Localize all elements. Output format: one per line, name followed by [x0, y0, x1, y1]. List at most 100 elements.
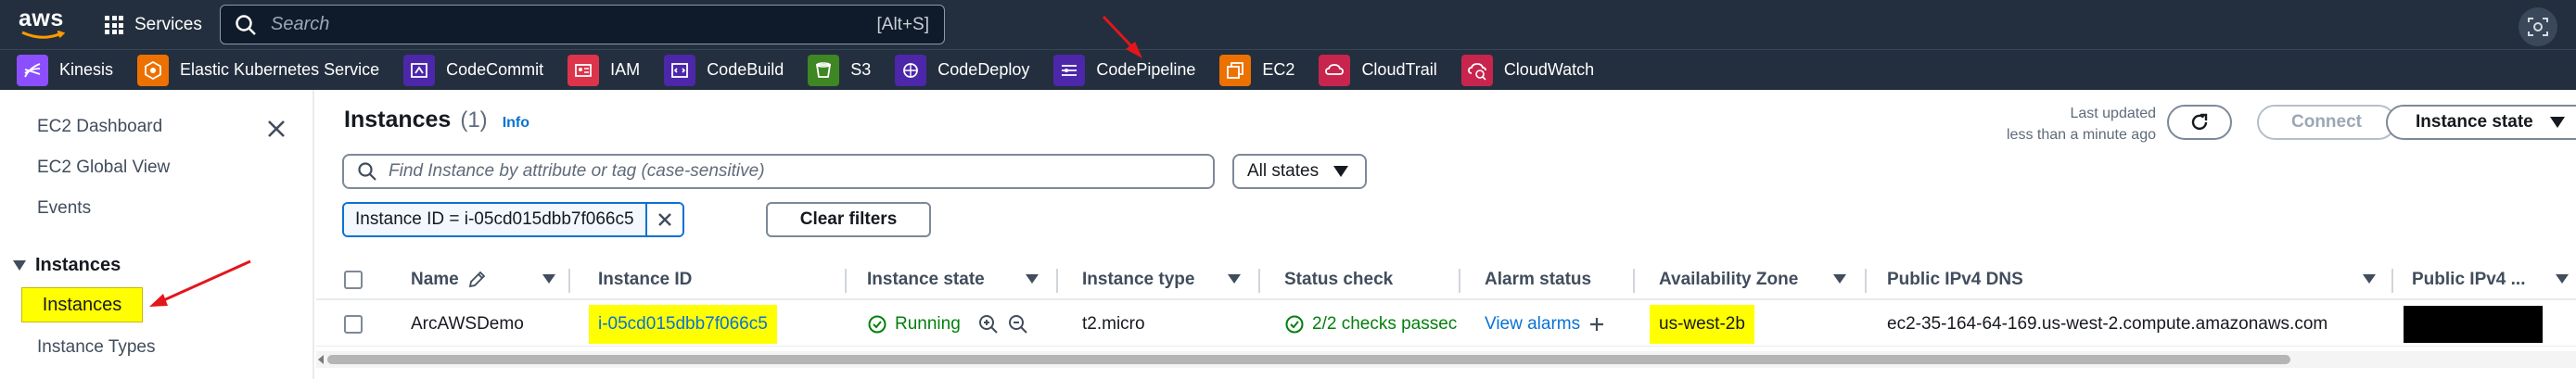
check-circle-icon — [1285, 315, 1304, 334]
zoom-in-icon[interactable] — [977, 313, 1000, 335]
column-divider[interactable] — [1459, 269, 1460, 293]
state-text: Running — [895, 314, 961, 334]
eks-icon — [137, 54, 170, 86]
sidebar-item-events[interactable]: Events — [37, 198, 91, 219]
sort-icon[interactable] — [1228, 274, 1241, 284]
favorite-codecommit[interactable]: CodeCommit — [403, 54, 543, 86]
aws-logo[interactable]: aws — [19, 6, 65, 43]
favorites-bar: Kinesis Elastic Kubernetes Service CodeC… — [0, 49, 2576, 90]
favorite-kinesis[interactable]: Kinesis — [17, 54, 113, 86]
favorite-eks[interactable]: Elastic Kubernetes Service — [137, 54, 380, 86]
column-divider[interactable] — [1865, 269, 1867, 293]
services-menu-button[interactable]: Services — [105, 11, 202, 39]
column-divider[interactable] — [568, 269, 570, 293]
top-navigation-bar: aws Services Search [Alt+S] — [0, 0, 2576, 49]
favorite-codebuild[interactable]: CodeBuild — [664, 54, 784, 86]
cloudshell-button[interactable] — [2519, 7, 2557, 46]
favorite-codedeploy[interactable]: CodeDeploy — [895, 54, 1030, 86]
kinesis-icon — [17, 54, 48, 86]
refresh-button[interactable] — [2167, 105, 2232, 140]
codecommit-icon — [403, 54, 436, 86]
search-icon — [358, 162, 376, 181]
favorite-label: EC2 — [1262, 60, 1295, 79]
favorite-cloudtrail[interactable]: CloudTrail — [1319, 54, 1437, 86]
column-header-status-check[interactable]: Status check — [1284, 259, 1393, 300]
column-header-availability-zone[interactable]: Availability Zone — [1659, 259, 1798, 300]
page-title-text: Instances — [344, 107, 452, 133]
cell-instance-id[interactable]: i-05cd015dbb7f066c5 — [589, 302, 777, 347]
remove-filter-button[interactable] — [644, 204, 682, 235]
favorite-cloudwatch[interactable]: CloudWatch — [1460, 54, 1595, 86]
select-all-checkbox[interactable] — [344, 271, 363, 289]
clear-filters-button[interactable]: Clear filters — [766, 202, 931, 237]
column-header-instance-state[interactable]: Instance state — [867, 259, 985, 300]
global-search-input[interactable]: Search [Alt+S] — [220, 5, 945, 44]
sort-icon[interactable] — [2556, 274, 2569, 284]
search-shortcut: [Alt+S] — [876, 14, 930, 34]
favorite-label: IAM — [610, 60, 641, 79]
sidebar-section-instances[interactable]: Instances — [13, 255, 121, 276]
favorite-label: S3 — [850, 60, 872, 79]
ec2-icon — [1219, 54, 1252, 86]
aws-logo-text: aws — [19, 6, 64, 32]
cell-instance-state: Running — [867, 302, 1029, 347]
cell-alarm-status: View alarms — [1485, 302, 1606, 347]
sort-icon[interactable] — [1833, 274, 1846, 284]
horizontal-scrollbar[interactable] — [316, 351, 2576, 368]
view-alarms-link[interactable]: View alarms — [1485, 314, 1580, 335]
column-header-public-ipv4[interactable]: Public IPv4 ... — [2412, 259, 2526, 300]
sidebar-item-instance-types[interactable]: Instance Types — [37, 337, 155, 358]
caret-down-icon — [1333, 166, 1349, 177]
favorite-s3[interactable]: S3 — [808, 54, 872, 86]
favorite-label: CloudWatch — [1503, 60, 1595, 79]
plus-icon[interactable] — [1588, 315, 1606, 334]
instances-panel: Instances (1) Info Last updated less tha… — [316, 90, 2576, 379]
sidebar-item-ec2-dashboard[interactable]: EC2 Dashboard — [37, 117, 162, 137]
column-divider[interactable] — [845, 269, 847, 293]
favorite-label: Elastic Kubernetes Service — [180, 60, 380, 79]
favorite-codepipeline[interactable]: CodePipeline — [1053, 54, 1196, 86]
status-check-text: 2/2 checks passec — [1312, 314, 1458, 334]
favorite-iam[interactable]: IAM — [567, 54, 641, 86]
sort-icon[interactable] — [2363, 274, 2376, 284]
column-divider[interactable] — [1633, 269, 1635, 293]
column-divider[interactable] — [1258, 269, 1260, 293]
column-header-instance-id[interactable]: Instance ID — [598, 259, 692, 300]
scroll-left-icon[interactable] — [318, 355, 324, 364]
instance-state-dropdown[interactable]: Instance state — [2386, 105, 2576, 140]
services-label: Services — [134, 15, 202, 34]
column-header-instance-type[interactable]: Instance type — [1082, 259, 1194, 300]
zoom-out-icon[interactable] — [1007, 313, 1029, 335]
connect-button[interactable]: Connect — [2257, 105, 2396, 140]
search-placeholder: Search — [271, 14, 330, 34]
row-checkbox[interactable] — [344, 315, 363, 334]
sidebar-item-ec2-global-view[interactable]: EC2 Global View — [37, 158, 170, 178]
check-circle-icon — [868, 315, 886, 334]
instance-state-label: Instance state — [2416, 112, 2533, 132]
last-updated: Last updated less than a minute ago — [1991, 103, 2156, 145]
column-divider[interactable] — [1056, 269, 1058, 293]
column-header-alarm-status[interactable]: Alarm status — [1485, 259, 1591, 300]
favorite-label: CodePipeline — [1096, 60, 1196, 79]
instance-filter-input[interactable]: Find Instance by attribute or tag (case-… — [342, 154, 1215, 189]
close-icon[interactable] — [265, 118, 287, 140]
column-divider[interactable] — [2391, 269, 2393, 293]
az-text: us-west-2b — [1650, 305, 1754, 344]
favorite-ec2[interactable]: EC2 — [1219, 54, 1295, 86]
table-row[interactable]: ArcAWSDemo i-05cd015dbb7f066c5 Running t… — [316, 302, 2576, 347]
scrollbar-thumb[interactable] — [327, 355, 2290, 364]
column-header-public-ipv4-dns[interactable]: Public IPv4 DNS — [1887, 259, 2023, 300]
codebuild-icon — [664, 54, 696, 86]
cell-availability-zone: us-west-2b — [1650, 302, 1754, 347]
favorite-label: CodeDeploy — [937, 60, 1030, 79]
sort-icon[interactable] — [542, 274, 555, 284]
instance-count: (1) — [460, 107, 488, 133]
states-select[interactable]: All states — [1232, 154, 1367, 189]
instance-id-link[interactable]: i-05cd015dbb7f066c5 — [589, 305, 777, 344]
sidebar-item-instances[interactable]: Instances — [21, 287, 143, 322]
info-link[interactable]: Info — [503, 115, 529, 132]
last-updated-value: less than a minute ago — [2007, 127, 2156, 143]
filter-token: Instance ID = i-05cd015dbb7f066c5 — [342, 202, 684, 237]
column-header-name[interactable]: Name — [411, 259, 487, 300]
sort-icon[interactable] — [1026, 274, 1039, 284]
